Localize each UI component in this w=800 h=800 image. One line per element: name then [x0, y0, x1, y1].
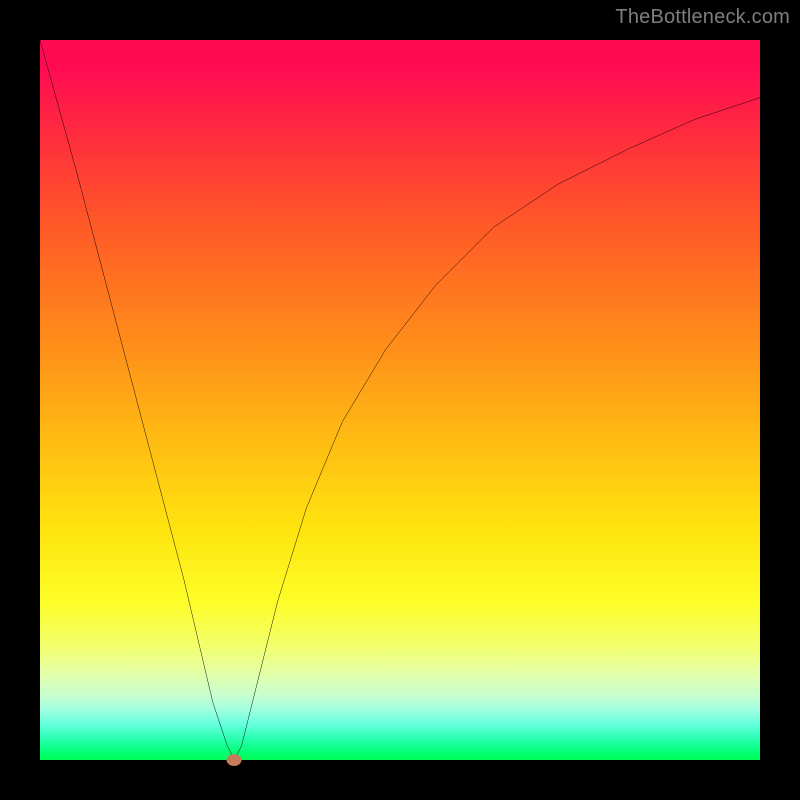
curve-svg [40, 40, 760, 760]
attribution-label: TheBottleneck.com [615, 6, 790, 29]
chart-frame: TheBottleneck.com [0, 0, 800, 800]
plot-area [40, 40, 760, 760]
bottleneck-curve [40, 40, 760, 760]
optimal-point-marker [227, 754, 242, 766]
